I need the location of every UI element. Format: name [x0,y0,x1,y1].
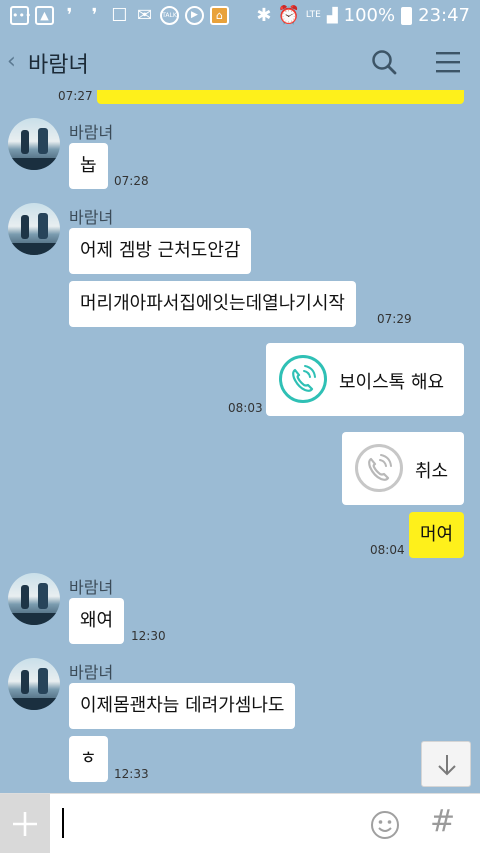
scroll-to-bottom-button[interactable] [421,741,471,787]
sender-name: 바람녀 [69,123,114,142]
phone-call-icon [355,444,403,492]
system-status: ✱ ⏰ LTE ▟ 100% 23:47 [256,5,470,26]
bluetooth-icon: ✱ [256,5,272,26]
notification-icon: ❜ [66,5,73,26]
voicetalk-label: 보이스톡 해요 [339,372,445,393]
their-message-bubble[interactable]: 왜여 [69,598,125,644]
sender-name: 바람녀 [69,578,114,597]
search-icon[interactable] [371,49,397,75]
message-time: 07:29 [377,312,412,326]
message-time: 07:28 [114,174,149,188]
their-message-bubble[interactable]: 어제 겜방 근처도안감 [69,228,252,274]
avatar[interactable] [8,118,60,170]
attach-button[interactable] [0,794,50,853]
message-input[interactable] [58,802,348,846]
chevron-left-icon[interactable]: ‹ [7,49,16,74]
clock: 23:47 [418,5,470,26]
network-type: LTE [305,10,321,20]
signal-icon: ▟ [326,7,338,24]
app-icon: ⌂ [210,6,229,25]
message-time: 12:33 [114,767,149,781]
message-time: 08:03 [228,401,263,415]
message-input-bar: # [0,793,480,853]
chat-bubble-icon: ••• [10,6,31,25]
message-time: 12:30 [131,629,166,643]
alarm-icon: ⏰ [277,5,300,26]
chat-title[interactable]: 바람녀 [28,47,89,79]
my-message-bubble-partial[interactable] [97,90,464,104]
voicetalk-cancelled-bubble[interactable]: 취소 [342,432,464,505]
mail-icon: ✉ [136,5,153,26]
battery-percentage: 100% [343,5,396,26]
message-time: 07:27 [58,89,93,103]
my-message-bubble[interactable]: 머여 [409,512,465,558]
notification-icons: ••• ▲ ❜ ❜ ☐ ✉ TALK ▶ ⌂ [10,6,229,25]
sender-name: 바람녀 [69,208,114,227]
status-bar: ••• ▲ ❜ ❜ ☐ ✉ TALK ▶ ⌂ ✱ ⏰ LTE ▟ 100% 23… [0,0,480,33]
arrow-down-icon [438,755,456,776]
their-message-bubble[interactable]: 이제몸괜차늠 데려가셈나도 [69,683,296,729]
avatar[interactable] [8,658,60,710]
text-cursor [62,808,64,838]
notification-icon: ❜ [91,5,98,26]
their-message-bubble[interactable]: 머리개아파서집에잇는데열나기시작 [69,281,356,327]
sender-name: 바람녀 [69,663,114,682]
hashtag-icon[interactable]: # [430,804,455,839]
message-time: 08:04 [370,543,405,557]
their-message-bubble[interactable]: 놉 [69,143,108,189]
emoticon-icon[interactable] [370,810,400,840]
menu-icon[interactable] [435,51,461,73]
phone-call-icon [279,355,327,403]
voicetalk-bubble[interactable]: 보이스톡 해요 [266,343,464,416]
phone-icon: ☐ [111,5,128,26]
avatar[interactable] [8,203,60,255]
image-icon: ▲ [35,6,54,25]
battery-icon [401,6,413,25]
plus-icon [13,812,37,836]
youtube-icon: ▶ [185,6,204,25]
voicetalk-label: 취소 [415,461,449,482]
talk-icon: TALK [160,6,179,25]
avatar[interactable] [8,573,60,625]
chat-header: ‹ 바람녀 [0,33,480,90]
their-message-bubble[interactable]: ㅎ [69,736,108,782]
